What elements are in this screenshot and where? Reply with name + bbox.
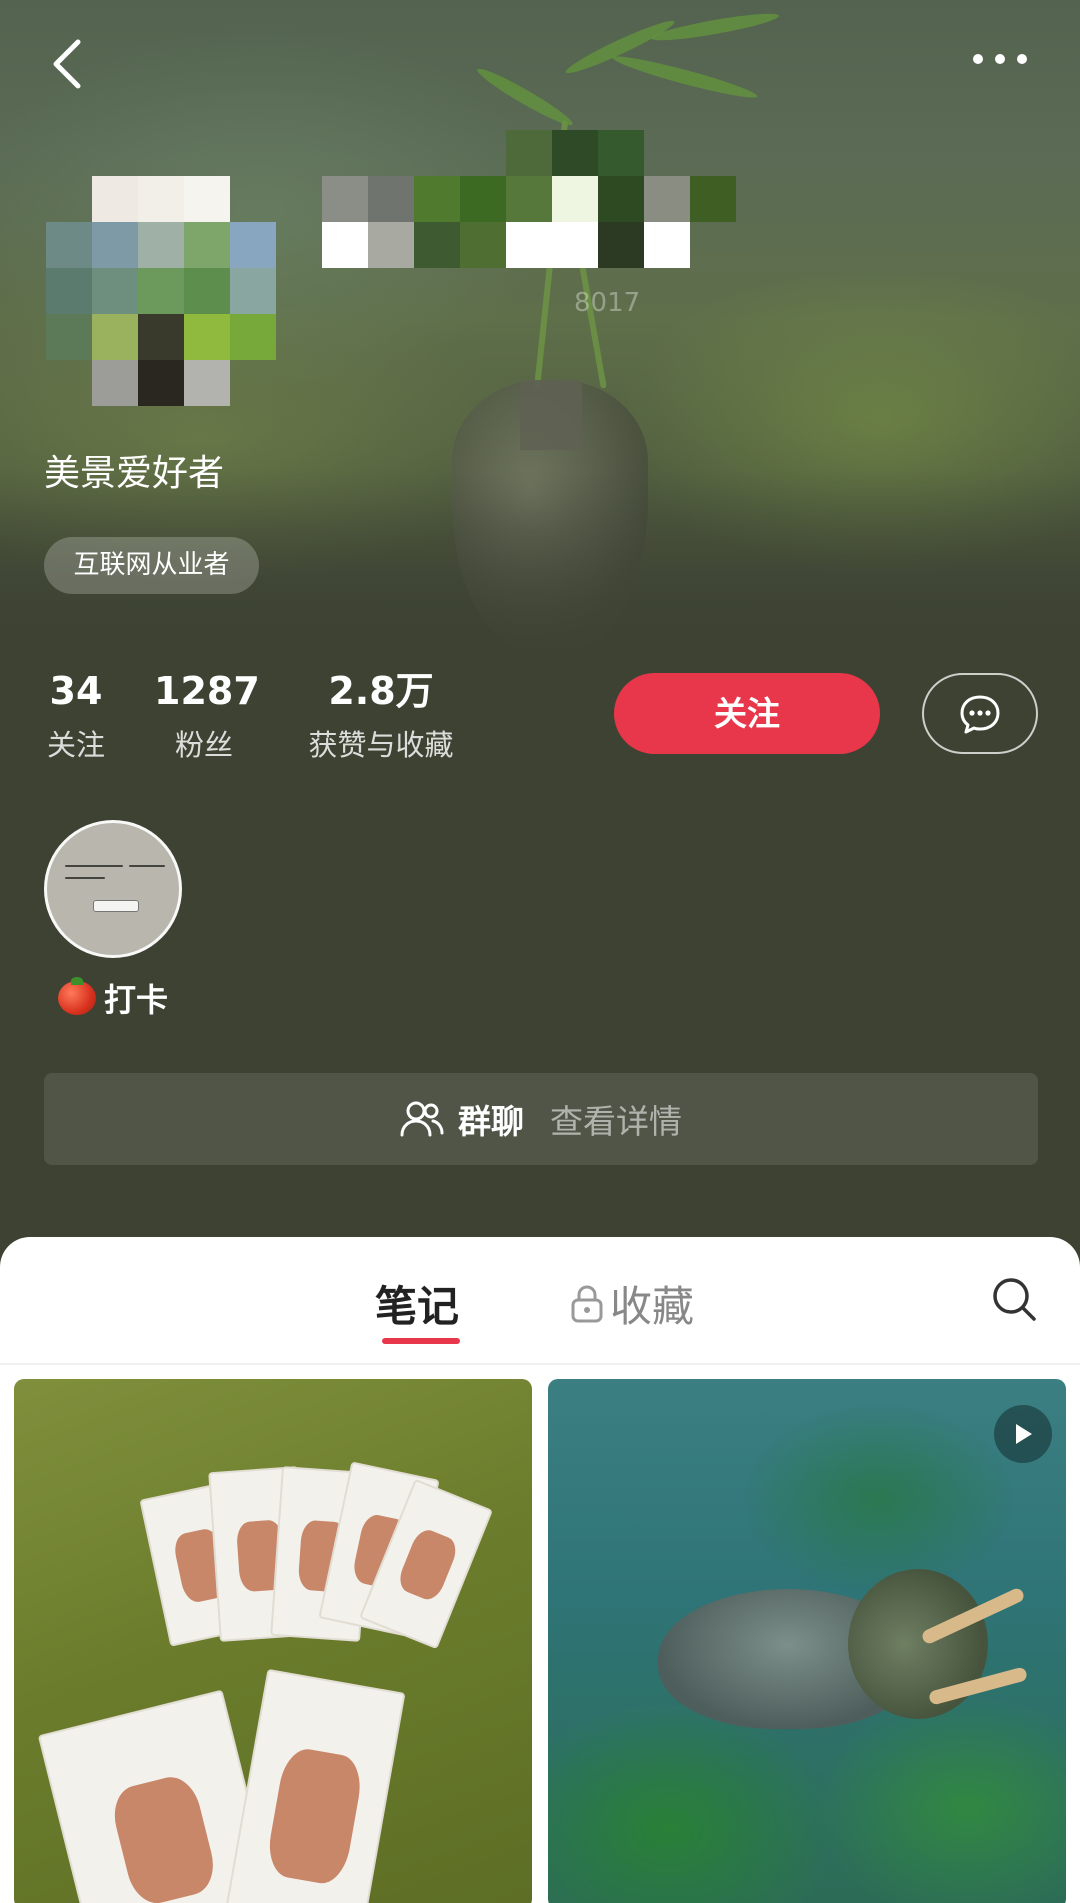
more-icon	[973, 54, 1027, 64]
message-icon	[960, 695, 1000, 733]
tab-notes[interactable]: 笔记	[375, 1273, 459, 1334]
tab-bar: 笔记 收藏	[0, 1237, 1080, 1363]
play-icon	[1016, 1424, 1032, 1444]
avatar[interactable]	[46, 176, 276, 406]
search-button[interactable]	[990, 1275, 1038, 1323]
group-chat-bar[interactable]: 群聊 查看详情	[44, 1073, 1038, 1165]
tab-collections-label: 收藏	[610, 1282, 695, 1331]
tab-collections[interactable]: 收藏	[570, 1273, 694, 1334]
message-button[interactable]	[922, 673, 1038, 754]
group-chat-details: 查看详情	[550, 1102, 682, 1141]
video-play-button[interactable]	[994, 1405, 1052, 1463]
stat-following[interactable]: 34 关注	[44, 668, 108, 764]
note-card[interactable]	[14, 1379, 532, 1903]
group-icon	[400, 1101, 444, 1137]
stat-likes[interactable]: 2.8万 获赞与收藏	[296, 668, 466, 764]
more-button[interactable]	[970, 44, 1030, 74]
content-sheet: 笔记 收藏	[0, 1237, 1080, 1903]
highlight-label: 打卡	[104, 981, 169, 1019]
highlight-item[interactable]: 打卡	[58, 975, 168, 1021]
stat-following-label: 关注	[46, 728, 105, 762]
stat-followers-count: 1287	[154, 669, 260, 713]
back-button[interactable]	[44, 36, 92, 92]
group-chat-title: 群聊	[458, 1102, 524, 1141]
active-tab-indicator	[382, 1338, 460, 1344]
tomato-icon	[58, 977, 96, 1015]
tab-divider	[0, 1363, 1080, 1365]
search-icon	[993, 1278, 1036, 1321]
stat-followers[interactable]: 1287 粉丝	[154, 668, 260, 764]
note-card[interactable]	[548, 1379, 1066, 1903]
stat-likes-label: 获赞与收藏	[308, 728, 454, 762]
profession-tag: 互联网从业者	[44, 537, 259, 594]
lock-icon	[571, 1284, 603, 1322]
stat-following-count: 34	[49, 669, 103, 713]
user-id-suffix: 8017	[574, 288, 641, 318]
highlight-cover[interactable]	[44, 820, 182, 958]
follow-button[interactable]: 关注	[614, 673, 880, 754]
back-icon	[53, 39, 81, 89]
profile-header: 8017 美景爱好者 互联网从业者 34 关注 1287 粉丝 2.8万 获赞与…	[0, 0, 1080, 1250]
stat-followers-label: 粉丝	[174, 728, 233, 762]
profile-bio: 美景爱好者	[44, 453, 225, 494]
stat-likes-count: 2.8万	[328, 669, 434, 713]
nickname-pixelated	[322, 130, 742, 270]
